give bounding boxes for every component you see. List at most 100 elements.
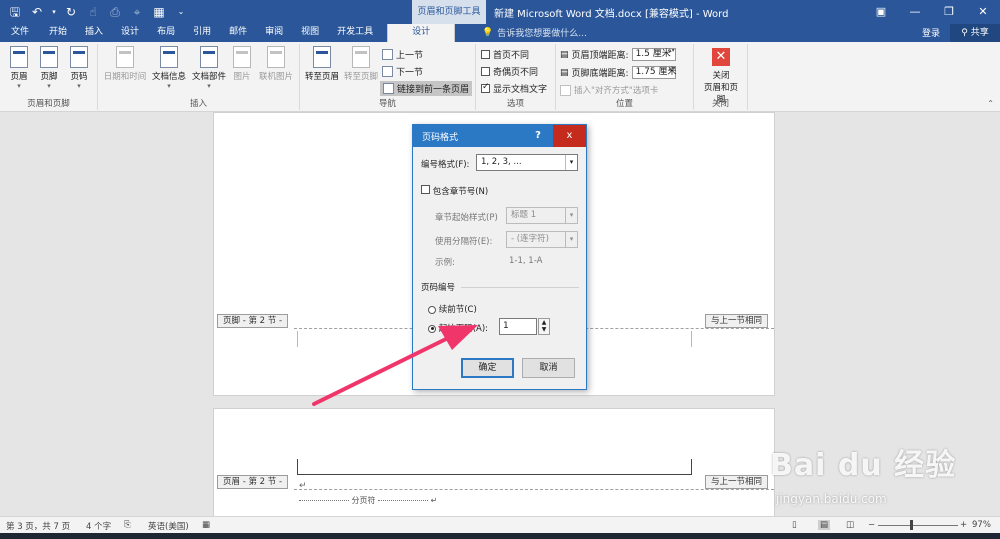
previous-section-button[interactable]: 上一节 [382, 48, 423, 61]
goto-footer-label: 转至页脚 [343, 72, 378, 82]
print-preview-icon[interactable]: ⎙ [106, 3, 124, 21]
tab-layout[interactable]: 布局 [149, 24, 185, 42]
save-icon[interactable]: 🖫 [6, 3, 24, 21]
start-at-spinner[interactable]: ▲ ▼ [538, 318, 550, 335]
datetime-button[interactable]: 日期和时间 [102, 46, 148, 82]
separator-select[interactable]: - (连字符) ▾ [506, 231, 578, 248]
different-first-checkbox[interactable] [481, 50, 490, 59]
spin-down-icon[interactable]: ▼ [542, 326, 547, 333]
footer-bottom-input[interactable]: 1.75 厘米 [631, 66, 676, 79]
chevron-down-icon: ▾ [565, 232, 577, 247]
title-bar: 🖫 ↶ ▾ ↻ ☝ ⎙ ⌖ ▦ ⌄ 页眉和页脚工具 新建 Microsoft W… [0, 0, 1000, 24]
zoom-out-icon[interactable]: − [868, 520, 875, 530]
quickparts-button[interactable]: 文档部件 ▾ [190, 46, 228, 90]
zoom-in-icon[interactable]: + [960, 520, 967, 530]
restore-icon[interactable]: ❐ [932, 0, 966, 24]
zoom-slider-track[interactable] [878, 525, 958, 526]
zoom-slider-thumb[interactable] [910, 520, 913, 530]
tab-developer[interactable]: 开发工具 [329, 24, 387, 42]
tab-hf-design[interactable]: 设计 [387, 24, 456, 42]
sign-in-link[interactable]: 登录 [922, 26, 940, 39]
continue-previous-option[interactable]: 续前节(C) [428, 303, 477, 315]
docinfo-button[interactable]: 文档信息 ▾ [150, 46, 188, 90]
ok-button[interactable]: 确定 [461, 358, 514, 378]
tab-insert[interactable]: 插入 [77, 24, 113, 42]
dropdown-icon[interactable]: ▾ [50, 3, 58, 21]
footer-section-tag: 页脚 - 第 2 节 - [217, 314, 289, 328]
continue-previous-radio[interactable] [428, 305, 436, 314]
redo-icon[interactable]: ↻ [62, 3, 80, 21]
zoom-level[interactable]: 97% [972, 520, 991, 530]
link-to-previous-button[interactable]: 链接到前一条页眉 [380, 81, 473, 96]
print-layout-icon[interactable]: ▤ [818, 520, 831, 530]
group-options: 首页不同 奇偶页不同 显示文档文字 选项 [476, 44, 556, 110]
layout-icon[interactable]: ▦ [150, 3, 168, 21]
show-document-text[interactable]: 显示文档文字 [481, 82, 547, 95]
header-top-input[interactable]: 1.5 厘米 [631, 48, 676, 61]
include-chapter-checkbox[interactable] [421, 185, 430, 194]
quick-parts-icon [200, 46, 218, 68]
share-button[interactable]: ⚲ 共享 [950, 24, 1000, 42]
tab-design[interactable]: 设计 [113, 24, 149, 42]
online-picture-icon [267, 46, 285, 68]
chevron-down-icon: ▾ [167, 82, 171, 90]
close-icon[interactable]: ✕ [966, 0, 1000, 24]
tab-review[interactable]: 审阅 [257, 24, 293, 42]
page-break-marker: 分页符 ↵ [299, 495, 437, 506]
tab-view[interactable]: 视图 [293, 24, 329, 42]
start-at-option[interactable]: 起始页码(A): [428, 322, 488, 334]
start-at-input[interactable]: 1 [499, 318, 537, 335]
page-number-label: 页码 [70, 72, 88, 82]
goto-footer-button[interactable]: 转至页脚 [342, 46, 380, 82]
next-section-button[interactable]: 下一节 [382, 65, 423, 78]
chapter-style-select[interactable]: 标题 1 ▾ [506, 207, 578, 224]
tab-mailings[interactable]: 邮件 [221, 24, 257, 42]
chevron-down-icon: ▾ [565, 155, 577, 170]
format-painter-icon[interactable]: ⌖ [128, 3, 146, 21]
chapter-style-label: 章节起始样式(P) [435, 213, 498, 223]
goto-header-label: 转至页眉 [304, 72, 339, 82]
show-text-checkbox[interactable] [481, 82, 490, 93]
online-picture-button[interactable]: 联机图片 [256, 46, 296, 82]
read-mode-icon[interactable]: ▯ [792, 520, 797, 530]
window-controls: ▣ — ❐ ✕ [864, 0, 1000, 24]
ribbon-display-icon[interactable]: ▣ [864, 0, 898, 24]
page[interactable]: 页眉 - 第 2 节 - 与上一节相同 ↵ 分页符 ↵ [213, 408, 775, 516]
online-picture-label: 联机图片 [258, 72, 293, 82]
header-button[interactable]: 页眉 ▾ [4, 46, 34, 90]
numbering-section-label: 页码编号 [421, 283, 456, 293]
tab-references[interactable]: 引用 [185, 24, 221, 42]
start-at-radio[interactable] [428, 324, 436, 333]
spin-up-icon[interactable]: ▲ [542, 319, 547, 326]
minimize-icon[interactable]: — [898, 0, 932, 24]
help-button[interactable]: ? [523, 125, 553, 147]
picture-button[interactable]: 图片 [230, 46, 254, 82]
language[interactable]: 英语(美国) [148, 520, 189, 532]
page-number-button[interactable]: 页码 ▾ [64, 46, 94, 90]
word-count[interactable]: 4 个字 [86, 520, 111, 532]
page-count[interactable]: 第 3 页，共 7 页 [6, 520, 70, 532]
different-odd-even[interactable]: 奇偶页不同 [481, 65, 538, 78]
include-chapter-option[interactable]: 包含章节号(N) [421, 185, 488, 197]
tell-me-box[interactable]: 💡 告诉我您想要做什么... [482, 26, 587, 40]
dialog-close-button[interactable]: x [553, 125, 586, 147]
header-rule [297, 459, 692, 475]
number-format-value: 1, 2, 3, ... [481, 157, 522, 167]
tab-home[interactable]: 开始 [41, 24, 77, 42]
macro-icon[interactable]: ▦ [202, 520, 210, 530]
number-format-select[interactable]: 1, 2, 3, ... ▾ [476, 154, 578, 171]
insert-alignment-tab[interactable]: 插入"对齐方式"选项卡 [560, 84, 658, 96]
cancel-button[interactable]: 取消 [522, 358, 575, 378]
goto-header-button[interactable]: 转至页眉 [302, 46, 342, 82]
touch-mode-icon[interactable]: ☝ [84, 3, 102, 21]
odd-even-checkbox[interactable] [481, 67, 490, 76]
different-first-page[interactable]: 首页不同 [481, 48, 529, 61]
tab-file[interactable]: 文件 [0, 24, 41, 42]
collapse-ribbon-icon[interactable]: ⌃ [987, 99, 994, 108]
proofing-icon[interactable]: ⎘ [124, 520, 131, 530]
customize-icon[interactable]: ⌄ [172, 3, 190, 21]
group-close: ✕ 关闭 页眉和页脚 关闭 [694, 44, 748, 110]
footer-button[interactable]: 页脚 ▾ [34, 46, 64, 90]
undo-icon[interactable]: ↶ [28, 3, 46, 21]
web-layout-icon[interactable]: ◫ [846, 520, 854, 530]
